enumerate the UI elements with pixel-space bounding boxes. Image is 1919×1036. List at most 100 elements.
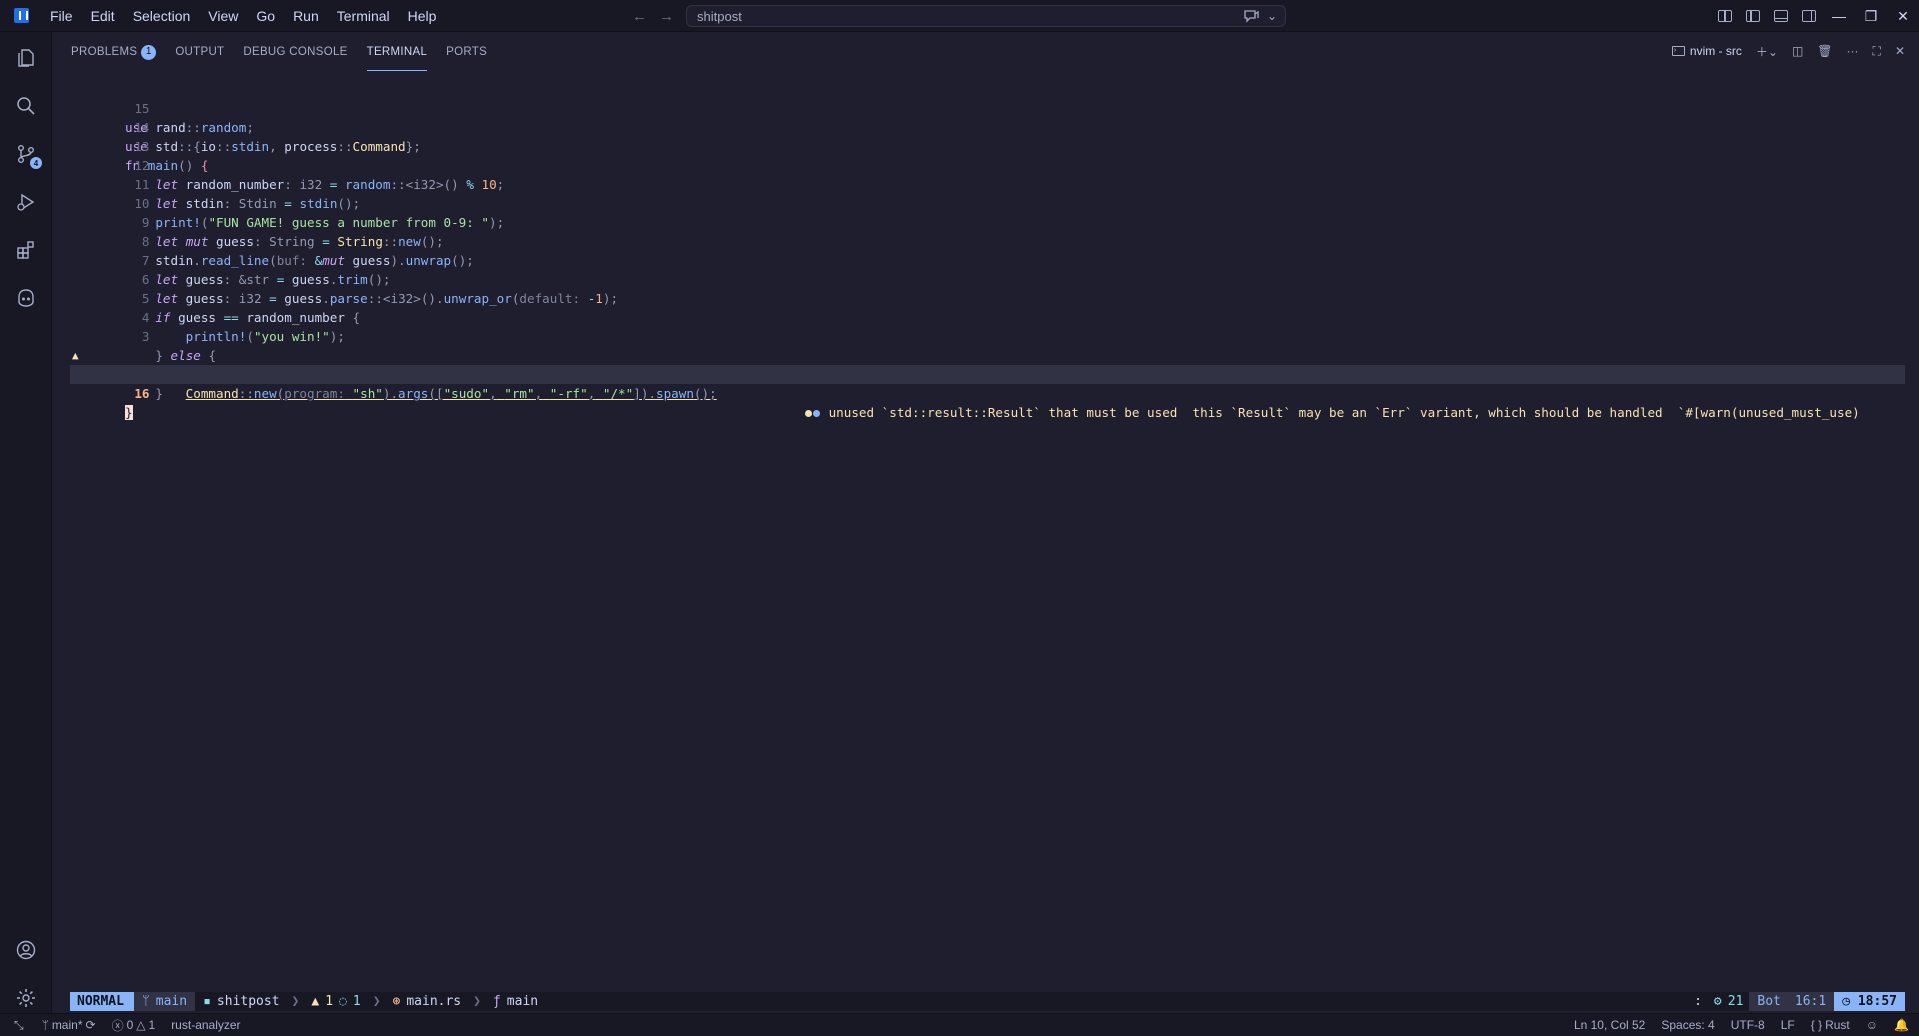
- status-encoding[interactable]: UTF-8: [1731, 1018, 1765, 1032]
- code-line: 4 println!("you win!");: [70, 289, 1905, 344]
- project-name: ▪ shitpost: [203, 994, 280, 1009]
- back-arrow-icon[interactable]: ←: [632, 8, 647, 25]
- terminal-selector[interactable]: › nvim - src: [1671, 44, 1742, 58]
- chevron-right-icon: ❯: [291, 994, 300, 1009]
- tab-debug-console[interactable]: DEBUG CONSOLE: [243, 33, 347, 71]
- copilot-chat-icon[interactable]: [1243, 9, 1259, 23]
- hint-bulb-icon: ◌: [339, 994, 347, 1009]
- toggle-secondary-sidebar-icon[interactable]: [1802, 10, 1816, 22]
- code-line: 13 fn main() {: [70, 118, 1905, 173]
- code-line-current: 16 }: [70, 365, 1905, 420]
- menu-run[interactable]: Run: [284, 0, 328, 32]
- menu-go[interactable]: Go: [247, 0, 284, 32]
- maximize-panel-icon[interactable]: ⛶: [1873, 44, 1881, 59]
- status-cursor-position[interactable]: Ln 10, Col 52: [1574, 1018, 1645, 1032]
- text-cursor: }: [125, 405, 133, 420]
- nvim-statusline-right: : ⚙ 21 Bot 16:1 ◷ 18:57: [1688, 992, 1905, 1011]
- status-bar: ⤡ ᛘ main* ⟳ ⓧ 0 △ 1 rust-analyzer Ln 10,…: [0, 1013, 1919, 1036]
- extensions-icon[interactable]: [14, 238, 38, 262]
- lsp-info: ⚙ 21: [1713, 994, 1744, 1009]
- code-line: 1 }: [70, 346, 1905, 401]
- menu-bar: File Edit Selection View Go Run Terminal…: [41, 0, 445, 32]
- warning-dot-icon: [805, 410, 812, 417]
- git-branch-icon: ᛘ: [141, 994, 150, 1009]
- cursor-position: Bot 16:1: [1749, 992, 1835, 1011]
- folder-icon: ▪: [203, 994, 211, 1009]
- status-problems[interactable]: ⓧ 0 △ 1: [112, 1017, 156, 1034]
- menu-terminal[interactable]: Terminal: [328, 0, 399, 32]
- chevron-right-icon: ❯: [473, 994, 481, 1009]
- inline-diagnostic: unused `std::result::Result` that must b…: [805, 403, 1860, 422]
- file-name: ⊛ main.rs: [392, 994, 462, 1009]
- status-git-branch[interactable]: ᛘ main* ⟳: [42, 1018, 96, 1032]
- kill-terminal-icon[interactable]: 🗑: [1817, 44, 1832, 58]
- explorer-icon[interactable]: [14, 46, 38, 70]
- search-icon[interactable]: [14, 94, 38, 118]
- close-window-icon[interactable]: ✕: [1887, 0, 1919, 32]
- minimize-icon[interactable]: —: [1823, 0, 1855, 32]
- tab-terminal[interactable]: TERMINAL: [366, 33, 428, 71]
- menu-view[interactable]: View: [199, 0, 247, 32]
- code-line: 8 stdin.read_line(buf: &mut guess).unwra…: [70, 213, 1905, 268]
- hint-dot-icon: [813, 410, 820, 417]
- status-lsp[interactable]: rust-analyzer: [171, 1018, 240, 1032]
- git-branch: ᛘ main: [133, 992, 196, 1011]
- run-debug-icon[interactable]: [14, 190, 38, 214]
- source-control-badge: 4: [30, 157, 42, 169]
- panel-actions: › nvim - src ＋⌄ ◫ 🗑 ··· ⛶ ✕: [1671, 32, 1905, 70]
- warning-icon: △: [136, 1018, 146, 1032]
- remote-indicator[interactable]: ⤡: [14, 1018, 24, 1033]
- vscode-logo-icon: [14, 8, 29, 23]
- split-terminal-icon[interactable]: ◫: [1792, 44, 1803, 58]
- menu-file[interactable]: File: [41, 0, 82, 32]
- source-control-icon[interactable]: 4: [14, 142, 42, 169]
- problems-count-badge: 1: [141, 44, 157, 60]
- toggle-panel-icon[interactable]: [1774, 10, 1788, 22]
- toggle-primary-sidebar-icon[interactable]: [1746, 10, 1760, 22]
- rust-file-icon: ⊛: [392, 994, 401, 1009]
- vim-mode-indicator: NORMAL: [70, 992, 134, 1011]
- code-text: Command::new(program: "sh").args(["sudo"…: [185, 386, 717, 401]
- navigation-arrows: ← →: [632, 0, 674, 32]
- code-text: }: [125, 403, 133, 422]
- forward-arrow-icon[interactable]: →: [659, 8, 674, 25]
- title-bar: File Edit Selection View Go Run Terminal…: [0, 0, 1919, 32]
- error-icon: ⓧ: [111, 1018, 124, 1033]
- tab-output[interactable]: OUTPUT: [175, 33, 224, 71]
- terminal-nvim-buffer[interactable]: 15 use rand::random; 14 use std::{io::st…: [70, 80, 1905, 420]
- status-language[interactable]: { } Rust: [1811, 1018, 1850, 1032]
- copilot-status-icon[interactable]: ☺: [1866, 1018, 1878, 1032]
- account-icon[interactable]: [14, 938, 38, 962]
- title-bar-controls: — ❐ ✕: [1711, 0, 1919, 32]
- clock-icon: ◷: [1842, 994, 1858, 1009]
- chevron-down-icon[interactable]: ⌄: [1267, 9, 1277, 23]
- command-indicator: :: [1694, 994, 1702, 1009]
- code-line: 6 let guess: i32 = guess.parse::<i32>().…: [70, 251, 1905, 306]
- code-line: 3 } else {: [70, 308, 1905, 363]
- customize-layout-icon[interactable]: [1718, 10, 1732, 22]
- chevron-right-icon: ❯: [372, 994, 381, 1009]
- restore-icon[interactable]: ❐: [1855, 0, 1887, 32]
- warning-icon: ▲: [311, 994, 320, 1009]
- menu-selection[interactable]: Selection: [124, 0, 200, 32]
- git-branch-icon: ᛘ: [41, 1018, 49, 1032]
- menu-help[interactable]: Help: [399, 0, 446, 32]
- menu-edit[interactable]: Edit: [82, 0, 124, 32]
- status-eol[interactable]: LF: [1781, 1018, 1795, 1032]
- terminal-icon: ›: [1671, 46, 1685, 56]
- command-center[interactable]: shitpost ⌄: [686, 5, 1286, 27]
- settings-gear-icon[interactable]: [14, 986, 38, 1010]
- code-line: 14 use std::{io::stdin, process::Command…: [70, 99, 1905, 154]
- code-line: 11 let stdin: Stdin = stdin();: [70, 156, 1905, 211]
- status-indentation[interactable]: Spaces: 4: [1661, 1018, 1714, 1032]
- more-actions-icon[interactable]: ···: [1847, 44, 1859, 58]
- new-terminal-icon[interactable]: ＋⌄: [1756, 43, 1778, 60]
- symbol-breadcrumb: ƒ main: [492, 994, 539, 1009]
- command-center-text: shitpost: [697, 8, 742, 24]
- code-line: 7 let guess: &str = guess.trim();: [70, 232, 1905, 287]
- copilot-icon[interactable]: [14, 286, 38, 310]
- tab-problems[interactable]: PROBLEMS 1: [71, 33, 157, 71]
- tab-ports[interactable]: PORTS: [446, 33, 487, 71]
- close-panel-icon[interactable]: ✕: [1895, 44, 1905, 58]
- notifications-bell-icon[interactable]: 🔔: [1894, 1018, 1909, 1032]
